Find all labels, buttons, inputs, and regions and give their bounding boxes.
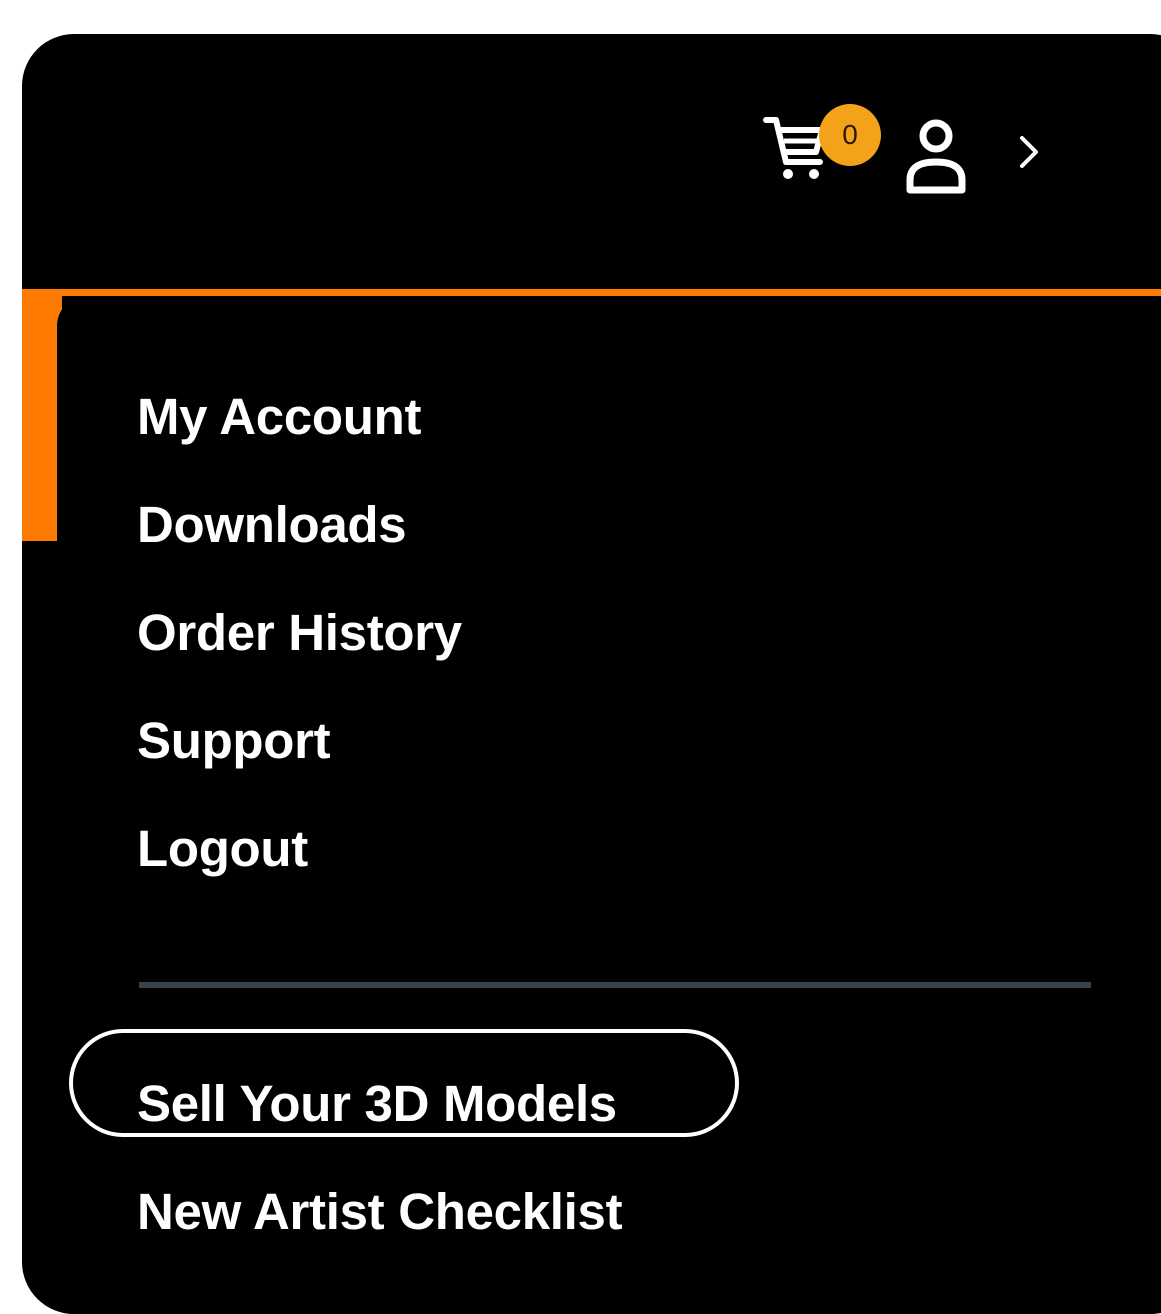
artist-menu-list: Sell Your 3D Models New Artist Checklist bbox=[137, 1071, 623, 1287]
menu-item-my-account[interactable]: My Account bbox=[137, 384, 462, 492]
account-menu-toggle[interactable] bbox=[1010, 122, 1050, 182]
cart-count-badge: 0 bbox=[819, 104, 881, 166]
active-accent-side bbox=[22, 289, 62, 541]
menu-item-downloads[interactable]: Downloads bbox=[137, 492, 462, 600]
cart-button[interactable]: 0 bbox=[762, 104, 881, 182]
menu-item-order-history[interactable]: Order History bbox=[137, 600, 462, 708]
app-frame: 0 My Account Downloads Order History Sup… bbox=[22, 34, 1161, 1314]
user-account-button[interactable] bbox=[902, 114, 982, 194]
menu-item-sell-your-3d-models[interactable]: Sell Your 3D Models bbox=[137, 1071, 622, 1179]
menu-item-support[interactable]: Support bbox=[137, 708, 462, 816]
menu-divider bbox=[139, 982, 1091, 988]
chevron-right-icon bbox=[1020, 136, 1038, 168]
menu-item-new-artist-checklist[interactable]: New Artist Checklist bbox=[137, 1179, 623, 1287]
active-accent-bar bbox=[22, 289, 1161, 296]
menu-item-logout[interactable]: Logout bbox=[137, 816, 462, 924]
header-icons: 0 bbox=[762, 94, 1082, 234]
user-icon bbox=[906, 119, 966, 194]
account-menu-list: My Account Downloads Order History Suppo… bbox=[137, 384, 462, 924]
account-dropdown-menu: My Account Downloads Order History Suppo… bbox=[57, 296, 1161, 1314]
